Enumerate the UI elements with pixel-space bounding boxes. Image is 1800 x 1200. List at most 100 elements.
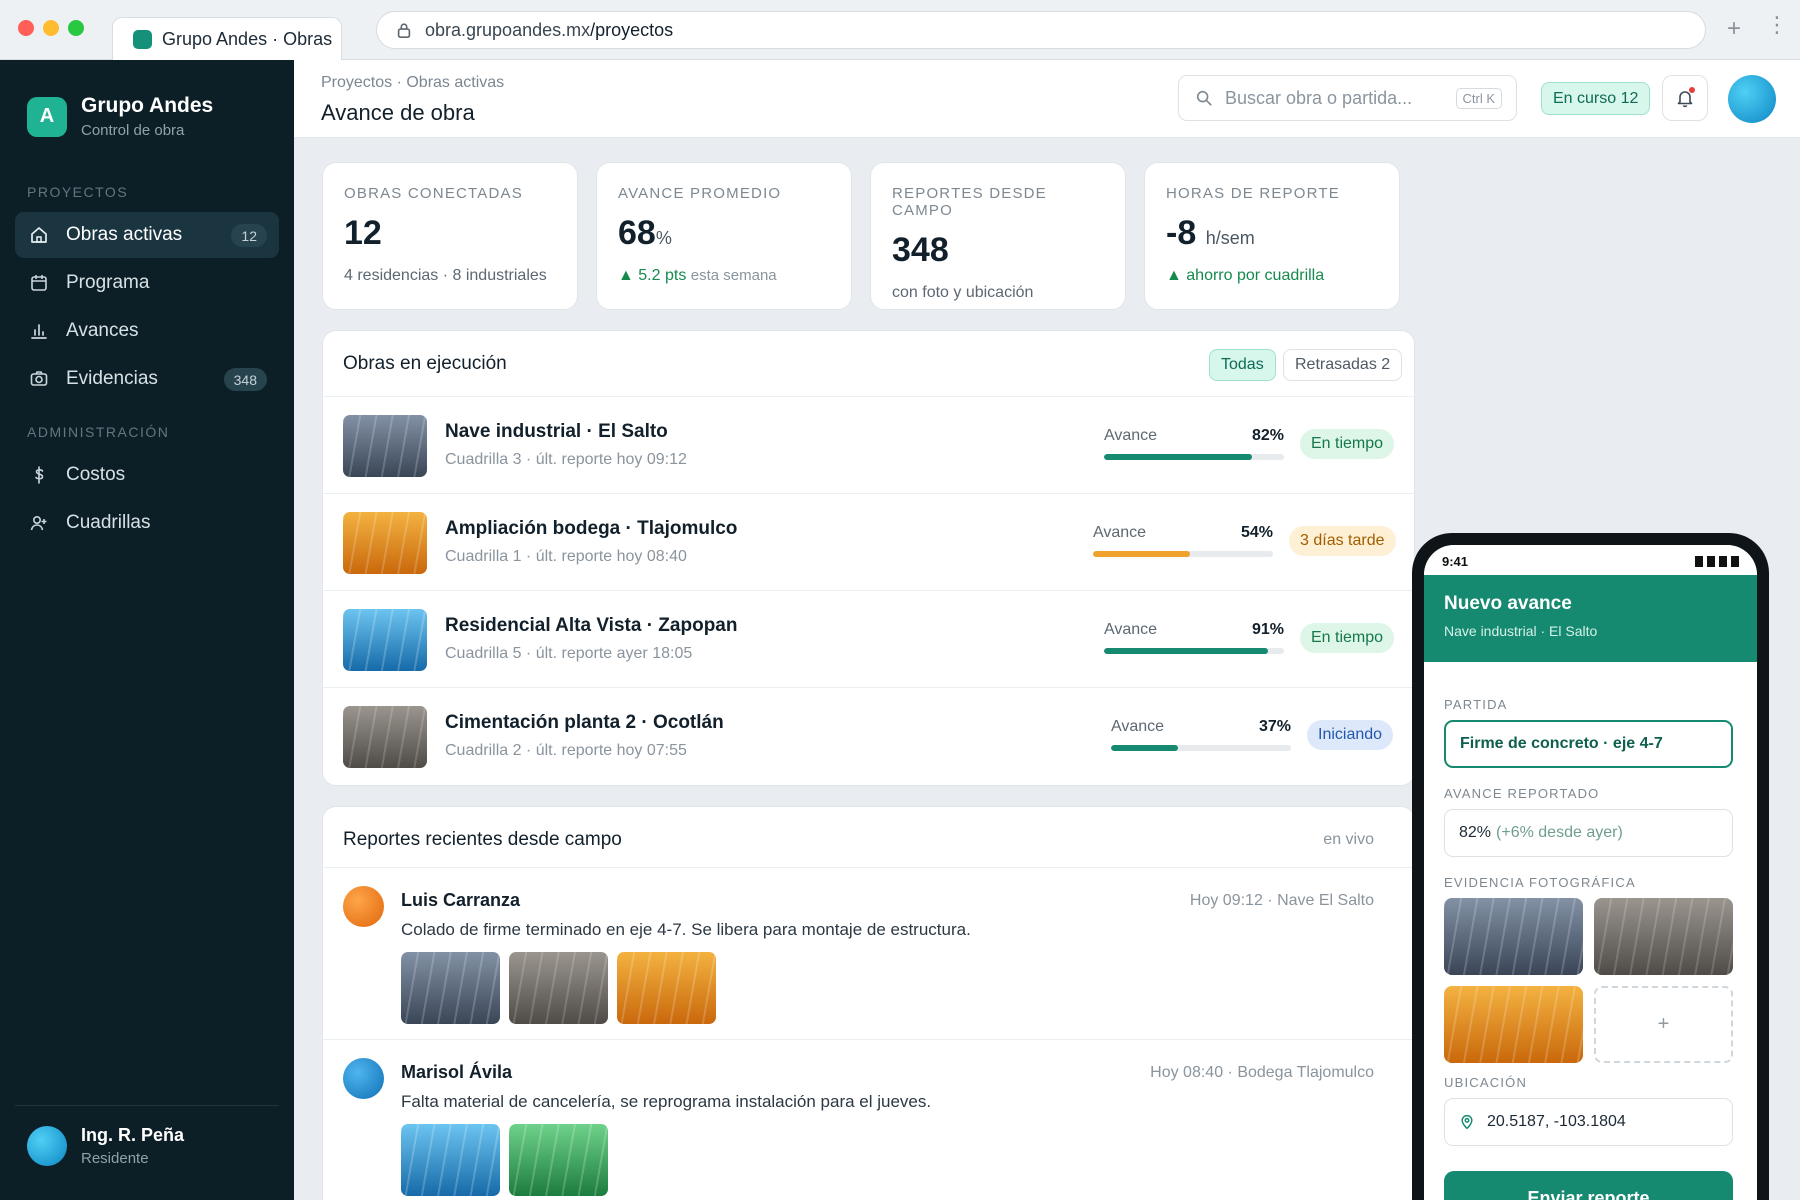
location-pin-icon bbox=[1461, 1114, 1473, 1130]
progress-block: Avance 37% bbox=[1111, 718, 1291, 751]
evidence-photo[interactable] bbox=[1444, 986, 1583, 1063]
avance-field[interactable]: 82% (+6% desde ayer) bbox=[1444, 809, 1733, 857]
sidebar-item-evidencias[interactable]: Evidencias 348 bbox=[15, 356, 279, 402]
close-window-button[interactable] bbox=[18, 20, 34, 36]
evidence-photo[interactable] bbox=[509, 1124, 608, 1196]
minimize-window-button[interactable] bbox=[43, 20, 59, 36]
stat-card-reportes: REPORTES DESDE CAMPO 348 con foto y ubic… bbox=[870, 162, 1126, 310]
stat-note: ▲ 5.2 pts esta semana bbox=[618, 267, 777, 284]
project-subtitle: Cuadrilla 2 · últ. reporte hoy 07:55 bbox=[445, 742, 687, 759]
home-icon bbox=[31, 227, 47, 243]
sidebar-item-label: Costos bbox=[66, 464, 126, 485]
evidence-photo[interactable] bbox=[401, 952, 500, 1024]
search-input[interactable] bbox=[1225, 87, 1445, 109]
project-thumbnail bbox=[343, 512, 427, 574]
project-name: Cimentación planta 2 · Ocotlán bbox=[445, 712, 724, 733]
evidencia-label: EVIDENCIA FOTOGRÁFICA bbox=[1444, 875, 1636, 890]
status-badge: En tiempo bbox=[1300, 429, 1395, 459]
page-title: Avance de obra bbox=[321, 100, 475, 125]
report-author: Marisol Ávila bbox=[401, 1062, 513, 1082]
table-row[interactable]: Residencial Alta Vista · Zapopan Cuadril… bbox=[323, 590, 1414, 687]
url-host: obra.grupoandes.mx bbox=[425, 19, 591, 40]
shortcut-hint: Ctrl K bbox=[1455, 88, 1502, 109]
evidence-photo[interactable] bbox=[509, 952, 608, 1024]
progress-bar-fill bbox=[1093, 551, 1191, 557]
partida-field[interactable]: Firme de concreto · eje 4-7 bbox=[1444, 720, 1733, 768]
table-row[interactable]: Ampliación bodega · Tlajomulco Cuadrilla… bbox=[323, 493, 1414, 590]
progress-bar-fill bbox=[1104, 648, 1268, 654]
filter-retrasadas-button[interactable]: Retrasadas 2 bbox=[1283, 349, 1403, 381]
search-box[interactable]: Ctrl K bbox=[1178, 75, 1517, 121]
phone-header: Nuevo avance Nave industrial · El Salto bbox=[1424, 575, 1757, 662]
sidebar-item-label: Cuadrillas bbox=[66, 512, 151, 533]
camera-icon bbox=[30, 371, 48, 386]
stat-value: 68% bbox=[618, 214, 672, 252]
avatar bbox=[343, 886, 384, 927]
new-tab-icon[interactable]: + bbox=[1727, 15, 1741, 43]
dollar-icon bbox=[35, 466, 44, 484]
top-header: Proyectos · Obras activas Avance de obra… bbox=[294, 60, 1800, 138]
submit-report-button[interactable]: Enviar reporte bbox=[1444, 1171, 1733, 1200]
sidebar-item-programa[interactable]: Programa bbox=[15, 260, 279, 306]
progress-percent: 82% bbox=[1251, 427, 1284, 444]
status-badge[interactable]: En curso 12 bbox=[1541, 82, 1651, 115]
table-row[interactable]: Nave industrial · El Salto Cuadrilla 3 ·… bbox=[323, 396, 1414, 493]
evidence-photo[interactable] bbox=[1594, 898, 1733, 975]
project-subtitle: Cuadrilla 5 · últ. reporte ayer 18:05 bbox=[445, 645, 693, 662]
user-role: Residente bbox=[81, 1150, 149, 1167]
address-bar[interactable]: obra.grupoandes.mx/proyectos bbox=[376, 11, 1706, 49]
maximize-window-button[interactable] bbox=[68, 20, 84, 36]
report-meta: Hoy 08:40 · Bodega Tlajomulco bbox=[1150, 1064, 1374, 1081]
table-row[interactable]: Cimentación planta 2 · Ocotlán Cuadrilla… bbox=[323, 687, 1414, 784]
stat-note: 4 residencias · 8 industriales bbox=[344, 267, 547, 284]
list-item[interactable]: Marisol Ávila Hoy 08:40 · Bodega Tlajomu… bbox=[323, 1039, 1414, 1200]
evidence-photo[interactable] bbox=[1444, 898, 1583, 975]
progress-label: Avance bbox=[1093, 524, 1147, 541]
sidebar-item-costos[interactable]: Costos bbox=[15, 452, 279, 498]
progress-percent: 37% bbox=[1258, 718, 1291, 735]
evidence-photo[interactable] bbox=[617, 952, 716, 1024]
tab-title: Grupo Andes · Obras bbox=[162, 29, 333, 49]
project-subtitle: Cuadrilla 1 · últ. reporte hoy 08:40 bbox=[445, 548, 687, 565]
location-field[interactable]: 20.5187, -103.1804 bbox=[1444, 1098, 1733, 1146]
panel-title: Obras en ejecución bbox=[343, 353, 507, 374]
progress-percent: 91% bbox=[1251, 621, 1284, 638]
user-add-icon bbox=[30, 515, 47, 531]
sidebar-item-obras-activas[interactable]: Obras activas 12 bbox=[15, 212, 279, 258]
progress-bar bbox=[1104, 454, 1284, 460]
status-badge: 3 días tarde bbox=[1289, 526, 1396, 556]
sidebar-item-label: Programa bbox=[66, 272, 150, 293]
browser-chrome: Grupo Andes · Obras obra.grupoandes.mx/p… bbox=[0, 0, 1800, 61]
user-profile[interactable]: Ing. R. Peña Residente bbox=[27, 1125, 184, 1167]
progress-block: Avance 91% bbox=[1104, 621, 1284, 654]
sidebar-item-label: Obras activas bbox=[66, 224, 183, 245]
panel-title: Reportes recientes desde campo bbox=[343, 829, 622, 850]
status-badge: Iniciando bbox=[1307, 720, 1394, 750]
sidebar-item-cuadrillas[interactable]: Cuadrillas bbox=[15, 500, 279, 546]
brand: A Grupo Andes Control de obra bbox=[27, 94, 213, 139]
report-meta: Hoy 09:12 · Nave El Salto bbox=[1189, 892, 1374, 909]
progress-percent: 54% bbox=[1240, 524, 1273, 541]
filter-todas-button[interactable]: Todas bbox=[1209, 349, 1276, 381]
browser-tab[interactable]: Grupo Andes · Obras bbox=[112, 17, 342, 61]
evidence-photo[interactable] bbox=[401, 1124, 500, 1196]
stat-label: OBRAS CONECTADAS bbox=[344, 185, 523, 202]
reports-panel: Reportes recientes desde campo en vivo L… bbox=[322, 806, 1415, 1200]
project-subtitle: Cuadrilla 3 · últ. reporte hoy 09:12 bbox=[445, 451, 687, 468]
progress-bar bbox=[1104, 648, 1284, 654]
count-badge: 12 bbox=[231, 224, 267, 247]
phone-subtitle: Nave industrial · El Salto bbox=[1444, 623, 1598, 639]
sidebar-item-avances[interactable]: Avances bbox=[15, 308, 279, 354]
report-text: Colado de firme terminado en eje 4-7. Se… bbox=[401, 920, 971, 939]
list-item[interactable]: Luis Carranza Hoy 09:12 · Nave El Salto … bbox=[323, 867, 1414, 1039]
notifications-button[interactable] bbox=[1662, 75, 1708, 121]
browser-menu-icon[interactable]: ⋮ bbox=[1766, 14, 1788, 36]
breadcrumb[interactable]: Proyectos · Obras activas bbox=[321, 74, 504, 92]
stat-note: con foto y ubicación bbox=[892, 284, 1034, 301]
avatar[interactable] bbox=[1728, 75, 1776, 123]
favicon-icon bbox=[133, 30, 152, 49]
add-photo-button[interactable]: + bbox=[1594, 986, 1733, 1063]
stat-label: HORAS DE REPORTE bbox=[1166, 185, 1340, 202]
stat-card-horas: HORAS DE REPORTE -8 h/sem ▲ ahorro por c… bbox=[1144, 162, 1400, 310]
phone-title: Nuevo avance bbox=[1444, 593, 1572, 614]
